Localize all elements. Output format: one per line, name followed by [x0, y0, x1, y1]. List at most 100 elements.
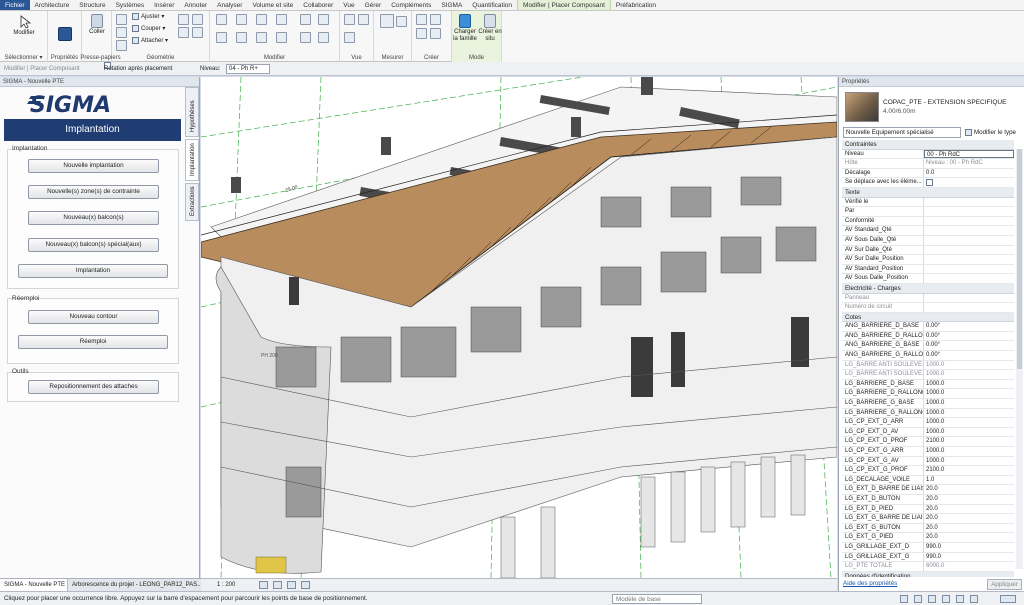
- property-value[interactable]: [924, 255, 1014, 264]
- load-family-button[interactable]: Charger la famille: [453, 14, 477, 43]
- new-contour-button[interactable]: Nouveau contour: [28, 310, 159, 324]
- new-balcon-special-button[interactable]: Nouveau(x) balcon(s) spécial(aux): [28, 238, 159, 252]
- property-value[interactable]: 0.00°: [924, 341, 1014, 350]
- drag-elements-icon[interactable]: [970, 595, 978, 603]
- pin-icon[interactable]: [318, 32, 329, 43]
- property-value[interactable]: [924, 246, 1014, 255]
- tab-project-browser[interactable]: Arborescence du projet - LEONG_PAR12_PAS…: [68, 579, 210, 591]
- sun-path-icon[interactable]: [287, 581, 296, 589]
- property-value[interactable]: 20.0: [924, 495, 1014, 504]
- property-value[interactable]: 0.00°: [924, 322, 1014, 331]
- split-face-icon[interactable]: [192, 27, 203, 38]
- property-value[interactable]: 1000.0: [924, 428, 1014, 437]
- property-value[interactable]: [924, 294, 1014, 303]
- edit-type-button[interactable]: Modifier le type: [965, 127, 1016, 138]
- cut-button[interactable]: Couper ▾: [132, 25, 165, 34]
- properties-scrollbar[interactable]: [1016, 149, 1023, 569]
- property-value[interactable]: Niveau : 00 - Ph RdC: [924, 159, 1014, 168]
- new-zones-button[interactable]: Nouvelle(s) zone(s) de contrainte: [28, 185, 159, 199]
- property-value[interactable]: 20.0: [924, 524, 1014, 533]
- property-value[interactable]: 1000.0: [924, 447, 1014, 456]
- property-value[interactable]: [924, 217, 1014, 226]
- select-dropdown[interactable]: Sélectionner ▾: [0, 54, 47, 61]
- tab-complements[interactable]: Compléments: [386, 0, 436, 10]
- reposition-attaches-button[interactable]: Repositionnement des attaches: [28, 380, 159, 394]
- property-value[interactable]: [924, 265, 1014, 274]
- align-icon[interactable]: [216, 14, 227, 25]
- create-group-icon[interactable]: [430, 14, 441, 25]
- rotate-icon[interactable]: [256, 32, 267, 43]
- property-value[interactable]: 6000.0: [924, 562, 1014, 571]
- property-value[interactable]: 1000.0: [924, 380, 1014, 389]
- mirror-draw-icon[interactable]: [276, 14, 287, 25]
- property-value[interactable]: [924, 303, 1014, 312]
- property-value[interactable]: [924, 207, 1014, 216]
- property-value[interactable]: [924, 178, 1014, 187]
- property-value[interactable]: 00 - Ph RdC: [924, 149, 1014, 159]
- vtab-extractions[interactable]: Extractions: [185, 183, 199, 221]
- properties-button[interactable]: [54, 27, 76, 42]
- property-group-header[interactable]: Données d'identification: [842, 571, 1014, 577]
- 3d-viewport[interactable]: PH 200 25.00: [201, 77, 837, 578]
- tab-sigma[interactable]: SIGMA: [436, 0, 467, 10]
- tab-systemes[interactable]: Systèmes: [111, 0, 150, 10]
- tab-structure[interactable]: Structure: [74, 0, 110, 10]
- offset-icon[interactable]: [236, 14, 247, 25]
- shadows-icon[interactable]: [301, 581, 310, 589]
- property-value[interactable]: 1000.0: [924, 457, 1014, 466]
- create-parts-icon[interactable]: [416, 28, 427, 39]
- scrollbar-thumb[interactable]: [1017, 149, 1022, 369]
- property-group-header[interactable]: Contraintes: [842, 140, 1014, 150]
- property-value[interactable]: 20.0: [924, 505, 1014, 514]
- property-value[interactable]: [924, 236, 1014, 245]
- view-scale[interactable]: 1 : 200: [217, 579, 235, 591]
- property-value[interactable]: 1000.0: [924, 370, 1014, 379]
- modify-button[interactable]: Modifier: [4, 15, 44, 37]
- tab-collaborer[interactable]: Collaborer: [298, 0, 338, 10]
- property-value[interactable]: 0.0: [924, 169, 1014, 178]
- property-value[interactable]: 0.00°: [924, 332, 1014, 341]
- reemploi-button[interactable]: Réemploi: [18, 335, 168, 349]
- attach-button[interactable]: Attacher ▾: [132, 37, 168, 46]
- cut-scissors-icon[interactable]: [116, 14, 127, 25]
- property-group-header[interactable]: Electricité - Charges: [842, 283, 1014, 294]
- property-value[interactable]: 1000.0: [924, 418, 1014, 427]
- create-similar-icon[interactable]: [416, 14, 427, 25]
- override-icon[interactable]: [358, 14, 369, 25]
- tab-architecture[interactable]: Architecture: [30, 0, 75, 10]
- property-group-header[interactable]: Cotes: [842, 312, 1014, 323]
- property-value[interactable]: 2100.0: [924, 437, 1014, 446]
- paste-button[interactable]: Coller: [86, 14, 108, 36]
- tab-annoter[interactable]: Annoter: [179, 0, 212, 10]
- property-value[interactable]: 990.0: [924, 553, 1014, 562]
- tab-quantification[interactable]: Quantification: [467, 0, 517, 10]
- tab-volume-site[interactable]: Volume et site: [247, 0, 298, 10]
- property-value[interactable]: 1000.0: [924, 409, 1014, 418]
- filter-icon[interactable]: [1000, 595, 1016, 603]
- scale-icon[interactable]: [300, 32, 311, 43]
- tab-fichier[interactable]: Fichier: [0, 0, 30, 10]
- tab-modifier-placer-composant[interactable]: Modifier | Placer Composant: [517, 0, 611, 10]
- tab-prefabrication[interactable]: Préfabrication: [611, 0, 661, 10]
- trim-icon[interactable]: [318, 14, 329, 25]
- property-value[interactable]: 20.0: [924, 533, 1014, 542]
- moves-with-checkbox[interactable]: [926, 179, 933, 187]
- paint-icon[interactable]: [178, 27, 189, 38]
- property-value[interactable]: [924, 226, 1014, 235]
- copy-element-icon[interactable]: [236, 32, 247, 43]
- type-selector[interactable]: COPAC_PTE - EXTENSION SPECIFIQUE 4.00/6.…: [843, 90, 1023, 126]
- move-icon[interactable]: [216, 32, 227, 43]
- property-value[interactable]: 1000.0: [924, 399, 1014, 408]
- join-icon[interactable]: [178, 14, 189, 25]
- apply-button[interactable]: Appliquer: [987, 579, 1022, 590]
- property-value[interactable]: [924, 198, 1014, 207]
- split-icon[interactable]: [300, 14, 311, 25]
- select-pinned-icon[interactable]: [942, 595, 950, 603]
- property-value[interactable]: 20.0: [924, 485, 1014, 494]
- hide-element-icon[interactable]: [344, 14, 355, 25]
- new-balcon-button[interactable]: Nouveau(x) balcon(s): [28, 211, 159, 225]
- dimension-icon[interactable]: [396, 16, 407, 27]
- property-value[interactable]: 20.0: [924, 514, 1014, 523]
- select-by-face-icon[interactable]: [956, 595, 964, 603]
- property-value[interactable]: 990.0: [924, 543, 1014, 552]
